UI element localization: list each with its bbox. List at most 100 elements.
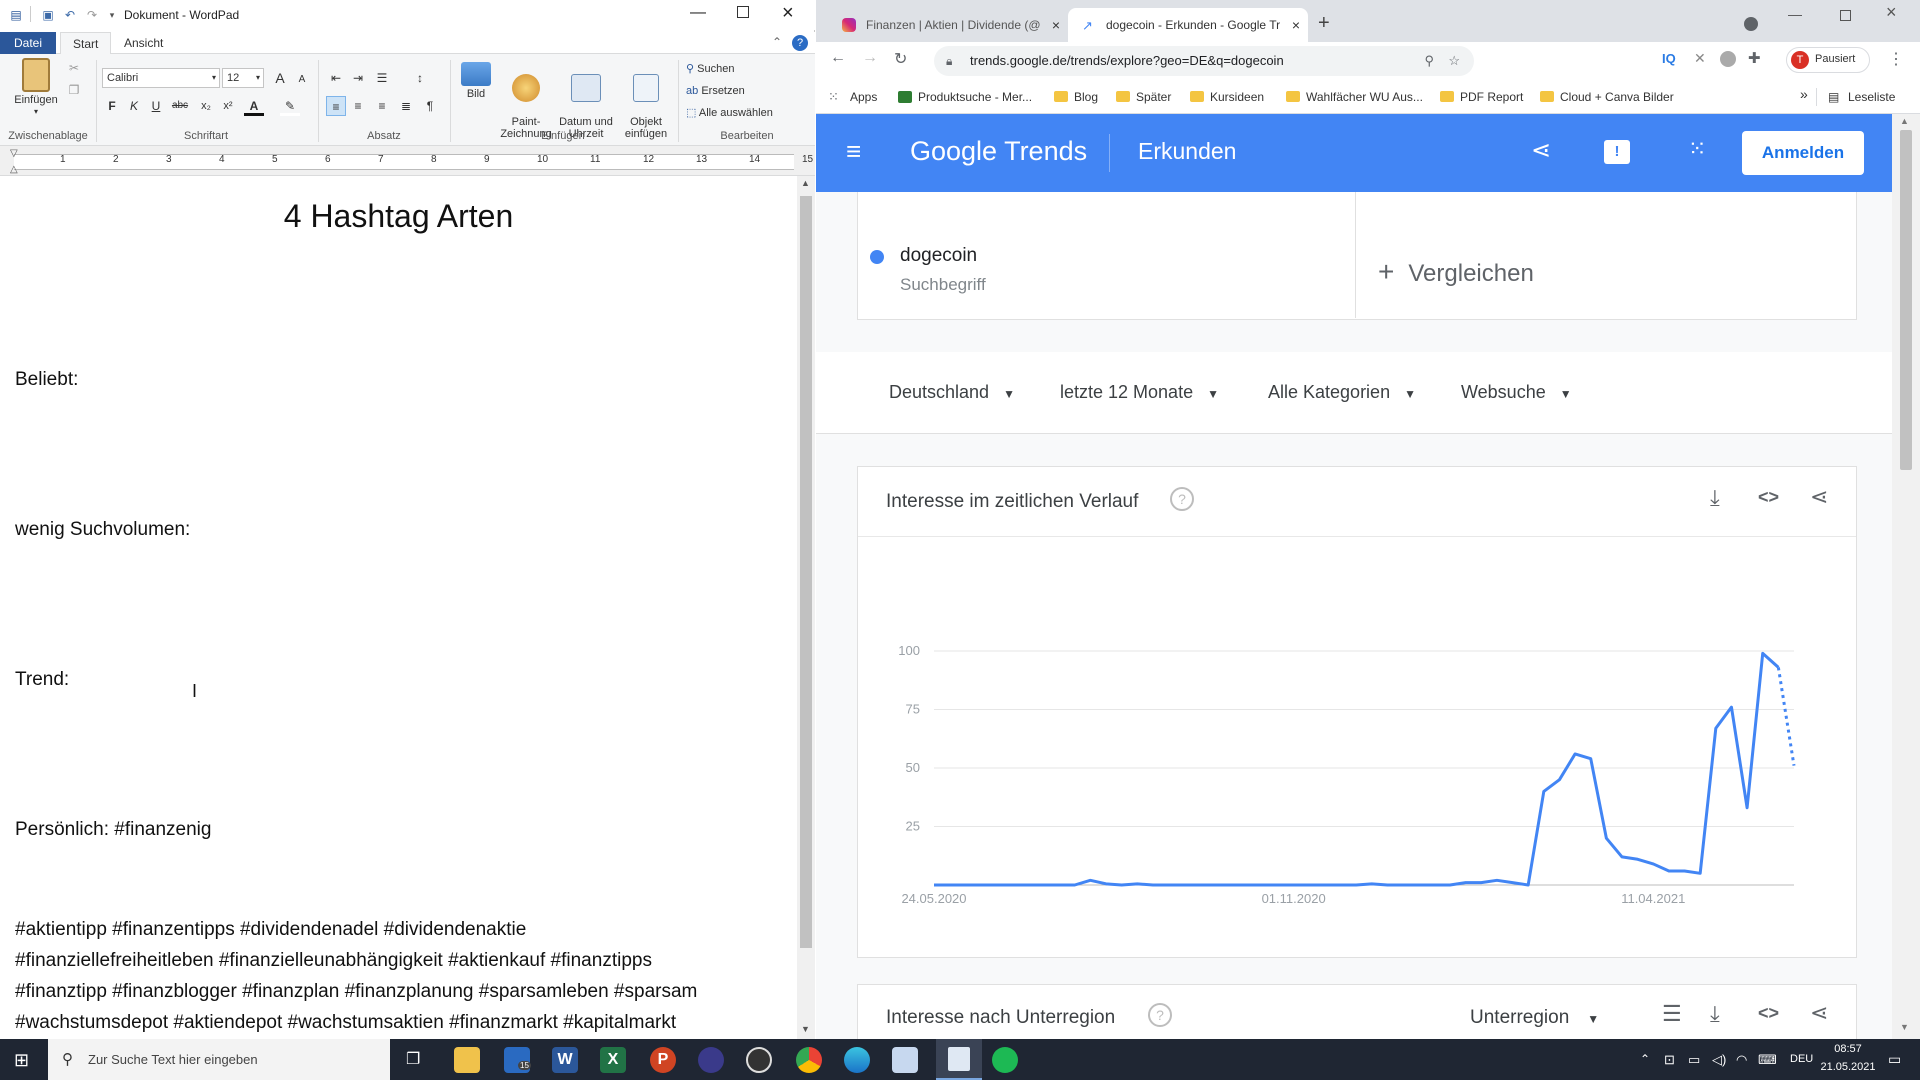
align-right-icon[interactable]: ≡ [372, 96, 392, 116]
volume-icon[interactable]: ◁) [1712, 1039, 1726, 1080]
scroll-thumb[interactable] [800, 196, 812, 948]
scroll-down-icon[interactable]: ▼ [1900, 1022, 1909, 1032]
share-icon[interactable]: ⋖ [1810, 1000, 1828, 1026]
iq-extension-icon[interactable]: IQ [1662, 51, 1676, 66]
redo-icon[interactable]: ↷ [84, 8, 100, 22]
strikethrough-button[interactable]: abc [170, 96, 190, 116]
clock-time[interactable]: 08:57 [1818, 1043, 1878, 1059]
term-cell[interactable]: dogecoin Suchbegriff [858, 192, 1356, 318]
wordpad-taskbar-button[interactable] [936, 1039, 982, 1080]
browser-tab-trends[interactable]: ↗ dogecoin - Erkunden - Google Tr × [1068, 8, 1308, 42]
excel-icon[interactable]: X [600, 1047, 626, 1073]
bookmark-kursideen[interactable]: Kursideen [1188, 88, 1264, 106]
tab-start[interactable]: Start [60, 32, 112, 54]
network-icon[interactable]: ⊡ [1664, 1039, 1675, 1080]
app-icon[interactable] [698, 1047, 724, 1073]
clock-date[interactable]: 21.05.2021 [1818, 1061, 1878, 1077]
grow-font-button[interactable]: A [270, 68, 290, 88]
obs-icon[interactable] [746, 1047, 772, 1073]
document-scrollbar[interactable]: ▲ ▼ [797, 176, 815, 1039]
extension-icon[interactable] [1720, 51, 1736, 67]
embed-code-icon[interactable]: <> [1758, 487, 1779, 508]
taskbar-search[interactable]: ⚲ Zur Suche Text hier eingeben [48, 1039, 390, 1080]
line-spacing-icon[interactable]: ↕ [410, 68, 430, 88]
close-icon[interactable]: × [1886, 2, 1897, 23]
indent-marker-icon[interactable]: △ [10, 164, 18, 175]
replace-button[interactable]: ab Ersetzen [686, 82, 745, 100]
bold-button[interactable]: F [102, 96, 122, 116]
bookmark-cloud-canva[interactable]: Cloud + Canva Bilder [1538, 88, 1674, 106]
bookmark-wahlfaecher[interactable]: Wahlfächer WU Aus... [1284, 88, 1423, 106]
close-tab-icon[interactable]: × [1292, 8, 1300, 42]
minimize-icon[interactable]: — [1788, 6, 1802, 22]
new-tab-button[interactable]: + [1318, 12, 1330, 35]
page-scrollbar[interactable]: ▲ ▼ [1892, 114, 1920, 1039]
keyboard-icon[interactable]: ⌨ [1758, 1039, 1777, 1080]
subscript-icon[interactable]: x₂ [196, 96, 216, 116]
align-center-icon[interactable]: ≡ [348, 96, 368, 116]
more-menu-icon[interactable]: ⋮ [1888, 49, 1904, 69]
extension-icon[interactable]: ✕ [1694, 50, 1706, 67]
help-icon[interactable]: ? [792, 35, 808, 51]
increase-indent-icon[interactable]: ⇥ [348, 68, 368, 88]
notifications-icon[interactable]: ▭ [1888, 1039, 1901, 1080]
compare-button[interactable]: + Vergleichen [1378, 256, 1534, 288]
scroll-up-icon[interactable]: ▲ [801, 178, 810, 188]
font-family-select[interactable]: Calibri ▾ [102, 68, 220, 88]
scroll-thumb[interactable] [1900, 130, 1912, 470]
share-icon[interactable]: ⋖ [1810, 484, 1828, 510]
maximize-icon[interactable] [1840, 10, 1851, 21]
app-icon[interactable] [892, 1047, 918, 1073]
document-area[interactable]: 4 Hashtag Arten Beliebt: wenig Suchvolum… [0, 176, 797, 1039]
wifi-icon[interactable]: ◠ [1736, 1039, 1747, 1080]
puzzle-icon[interactable]: ✚ [1748, 49, 1761, 67]
find-button[interactable]: ⚲ Suchen [686, 60, 734, 78]
forward-icon[interactable]: → [862, 49, 878, 67]
download-icon[interactable]: ⤓ [1710, 1001, 1720, 1027]
help-icon[interactable]: ? [1170, 487, 1194, 511]
indent-marker-icon[interactable]: ▽ [10, 148, 18, 159]
task-view-icon[interactable]: ❐ [406, 1049, 420, 1069]
reading-list-button[interactable]: ▤ Leseliste [1826, 88, 1895, 106]
align-left-icon[interactable]: ≡ [326, 96, 346, 116]
zoom-icon[interactable]: ⚲ [1424, 46, 1434, 76]
scroll-up-icon[interactable]: ▲ [1900, 116, 1909, 126]
paste-button[interactable]: Einfügen ▾ [6, 58, 66, 118]
copy-icon[interactable]: ❐ [64, 80, 84, 100]
embed-code-icon[interactable]: <> [1758, 1003, 1779, 1024]
minimize-icon[interactable]: — [690, 4, 706, 22]
list-view-icon[interactable]: ☰ [1662, 1001, 1682, 1027]
download-icon[interactable]: ⤓ [1710, 485, 1720, 511]
close-icon[interactable]: × [782, 2, 794, 25]
feedback-icon[interactable]: ! [1604, 140, 1630, 164]
superscript-icon[interactable]: x² [218, 96, 238, 116]
customize-qa-icon[interactable]: ▾ [104, 8, 120, 22]
shrink-font-button[interactable]: A [292, 70, 312, 90]
filter-time[interactable]: letzte 12 Monate ▼ [1060, 382, 1219, 403]
chrome-icon[interactable] [796, 1047, 822, 1073]
text-color-icon[interactable]: A [244, 96, 264, 116]
bullets-icon[interactable]: ☰ [372, 68, 392, 88]
google-trends-logo[interactable]: Google Trends [910, 136, 1087, 167]
paragraph-icon[interactable]: ¶ [420, 96, 440, 116]
font-size-select[interactable]: 12 ▾ [222, 68, 264, 88]
insert-image-button[interactable]: Bild [456, 62, 496, 100]
filter-region[interactable]: Deutschland ▼ [889, 382, 1015, 403]
filter-search-type[interactable]: Websuche ▼ [1461, 382, 1572, 403]
powerpoint-icon[interactable]: P [650, 1047, 676, 1073]
file-explorer-icon[interactable] [454, 1047, 480, 1073]
tab-datei[interactable]: Datei [0, 32, 56, 54]
bookmark-pdf-report[interactable]: PDF Report [1438, 88, 1523, 106]
bookmark-apps[interactable]: ⁙ Apps [828, 88, 877, 106]
profile-button[interactable]: T Pausiert [1786, 47, 1870, 73]
subregion-select[interactable]: Unterregion ▼ [1470, 1007, 1599, 1029]
italic-button[interactable]: K [124, 96, 144, 116]
scroll-down-icon[interactable]: ▼ [801, 1024, 810, 1034]
decrease-indent-icon[interactable]: ⇤ [326, 68, 346, 88]
hamburger-menu-icon[interactable]: ≡ [846, 138, 861, 164]
more-bookmarks-icon[interactable]: » [1800, 86, 1808, 102]
bookmark-star-icon[interactable]: ☆ [1448, 46, 1460, 76]
paint-drawing-button[interactable]: Paint- Zeichnung [500, 62, 552, 140]
underline-button[interactable]: U [146, 96, 166, 116]
help-icon[interactable]: ? [1148, 1003, 1172, 1027]
